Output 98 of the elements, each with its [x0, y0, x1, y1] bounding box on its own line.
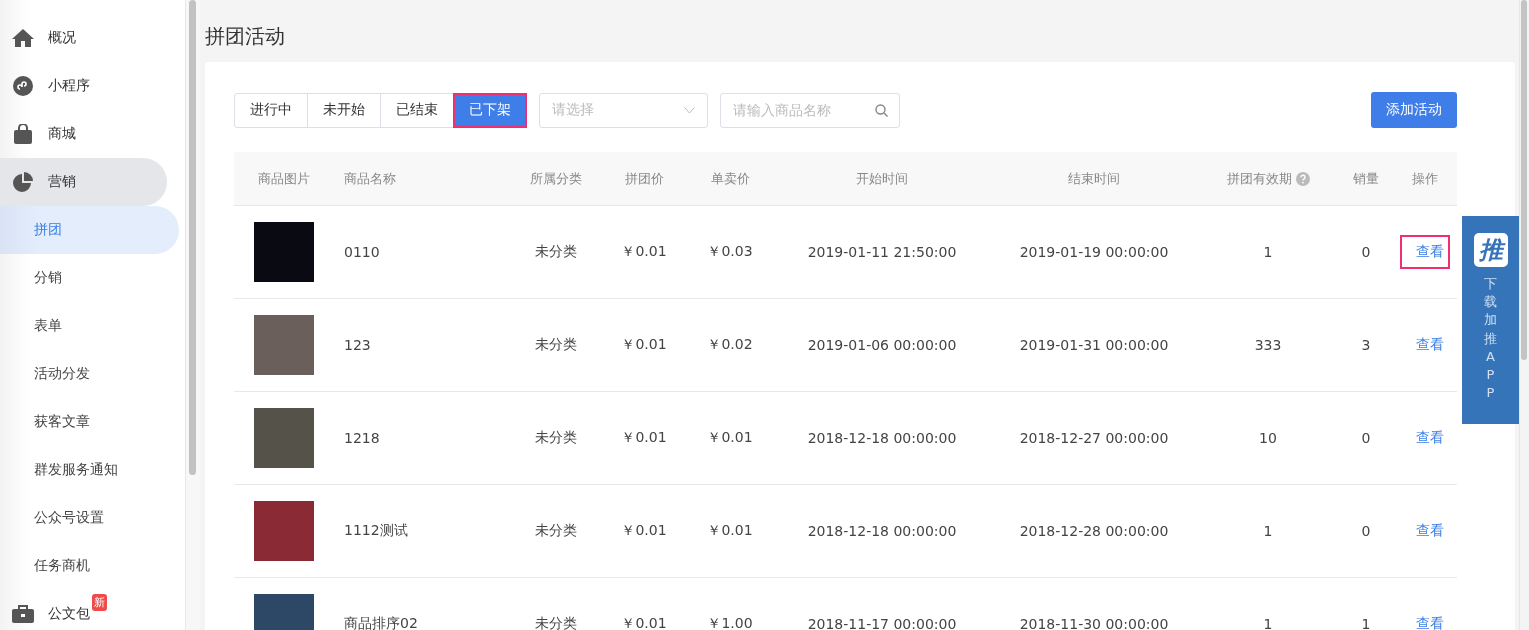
table-cell-text: ￥0.02 — [706, 336, 754, 354]
table-cell-text: ￥0.03 — [706, 243, 754, 261]
sidebar-item-label: 概况 — [48, 29, 76, 47]
sidebar-subitem[interactable]: 任务商机 — [0, 542, 179, 590]
table-cell-text: 2018-12-18 00:00:00 — [806, 430, 958, 446]
table-cell-text: 1 — [1262, 616, 1274, 630]
chevron-down-icon — [684, 106, 695, 114]
table-cell-text: 1 — [1262, 523, 1274, 539]
pie-chart-icon — [12, 172, 34, 192]
column-header: 拼团有效期 — [1226, 169, 1292, 188]
table-cell-text: 10 — [1258, 430, 1278, 446]
table-cell-text: ￥0.01 — [620, 615, 668, 630]
column-header: 拼团价 — [623, 169, 665, 188]
table-cell-text: 未分类 — [534, 243, 578, 261]
view-link[interactable]: 查看 — [1401, 516, 1448, 546]
table-cell-text: 1218 — [343, 430, 381, 446]
sidebar-subitem[interactable]: 活动分发 — [0, 350, 179, 398]
view-link[interactable]: 查看 — [1401, 423, 1448, 453]
table-cell-text: 1 — [1360, 616, 1372, 630]
sidebar-subitem[interactable]: 群发服务通知 — [0, 446, 179, 494]
sidebar-item-label: 营销 — [48, 173, 76, 191]
table-cell-text: 1112测试 — [343, 522, 409, 540]
column-header: 商品图片 — [257, 169, 311, 188]
column-header: 所属分类 — [529, 169, 583, 188]
table-cell-text: 0 — [1360, 430, 1372, 446]
sidebar-item-label: 商城 — [48, 125, 76, 143]
link-circle-icon — [12, 76, 34, 96]
table-cell-text: 2018-12-27 00:00:00 — [1018, 430, 1170, 446]
photo-placeholder — [254, 315, 314, 375]
sidebar-subitem[interactable]: 分销 — [0, 254, 179, 302]
table-cell-text: ￥0.01 — [620, 429, 668, 447]
sidebar-item[interactable]: 小程序 — [0, 62, 167, 110]
column-header: 商品名称 — [343, 169, 397, 188]
sidebar-item[interactable]: 概况 — [0, 14, 167, 62]
app-logo: 推 — [1473, 233, 1508, 267]
sidebar-subitem[interactable]: 获客文章 — [0, 398, 179, 446]
add-activity-button[interactable]: 添加活动 — [1371, 92, 1457, 128]
table-cell-text: 2019-01-06 00:00:00 — [806, 337, 958, 353]
sidebar-item[interactable]: 营销 — [0, 158, 167, 206]
table-cell-text: ￥0.01 — [706, 429, 754, 447]
table-cell-text: 123 — [343, 337, 372, 353]
scrollbar-thumb[interactable] — [189, 0, 197, 475]
table-cell-text: 未分类 — [534, 336, 578, 354]
table-cell-text: 3 — [1360, 337, 1372, 353]
table-cell-text: 未分类 — [534, 429, 578, 447]
column-header: 操作 — [1410, 169, 1439, 188]
sidebar-item-label: 小程序 — [48, 77, 90, 95]
search-field[interactable]: 请输入商品名称 — [720, 92, 900, 128]
filter-tab[interactable]: 进行中 — [234, 92, 308, 128]
sidebar-item[interactable]: 公文包 新 — [0, 590, 167, 630]
sidebar-subitem[interactable]: 拼团 — [0, 206, 179, 254]
table-cell-text: 未分类 — [534, 615, 578, 630]
briefcase-icon — [12, 605, 34, 623]
table-cell-text: 商品排序02 — [343, 615, 419, 630]
scrollbar-thumb[interactable] — [1521, 0, 1527, 360]
table-cell-text: ￥0.01 — [706, 522, 754, 540]
home-icon — [12, 28, 34, 48]
table-cell-text: 333 — [1253, 337, 1283, 353]
table-cell-text: 2018-11-30 00:00:00 — [1018, 616, 1170, 630]
table-cell-text: 2018-12-18 00:00:00 — [806, 523, 958, 539]
app-promo-panel[interactable]: 推 下载加推APP — [1462, 216, 1519, 424]
column-header: 单卖价 — [709, 169, 751, 188]
search-icon — [875, 103, 888, 117]
new-badge: 新 — [92, 594, 107, 611]
filter-tab[interactable]: 未开始 — [307, 92, 381, 128]
photo-placeholder — [254, 408, 314, 468]
table-cell-text: 0110 — [343, 244, 381, 260]
photo-placeholder — [254, 501, 314, 561]
table-cell-text: 2019-01-19 00:00:00 — [1018, 244, 1170, 260]
sidebar-item-label: 公文包 — [48, 605, 90, 623]
table-cell-text: 2019-01-31 00:00:00 — [1018, 337, 1170, 353]
table-cell-text: ￥1.00 — [706, 615, 754, 630]
filter-tab[interactable]: 已结束 — [380, 92, 454, 128]
table-cell-text: 1 — [1262, 244, 1274, 260]
filter-tab[interactable]: 已下架 — [453, 92, 527, 128]
table-cell-text: 2018-12-28 00:00:00 — [1018, 523, 1170, 539]
table-cell-text: ￥0.01 — [620, 243, 668, 261]
table-cell-text: 2019-01-11 21:50:00 — [806, 244, 958, 260]
column-header: 销量 — [1352, 169, 1380, 188]
table-cell-text: ￥0.01 — [620, 336, 668, 354]
table-cell-text: 0 — [1360, 244, 1372, 260]
column-header: 开始时间 — [855, 169, 909, 188]
promo-label: 下载加推APP — [1484, 275, 1497, 403]
sidebar-subitem[interactable]: 公众号设置 — [0, 494, 179, 542]
view-link[interactable]: 查看 — [1401, 237, 1448, 267]
sidebar-subitem[interactable]: 表单 — [0, 302, 179, 350]
sidebar-item[interactable]: 商城 — [0, 110, 167, 158]
table-cell-text: 0 — [1360, 523, 1372, 539]
table-cell-text: 未分类 — [534, 522, 578, 540]
table-cell-text: ￥0.01 — [620, 522, 668, 540]
column-header: 结束时间 — [1067, 169, 1121, 188]
help-icon[interactable] — [1295, 171, 1310, 186]
photo-placeholder — [254, 222, 314, 282]
page-title: 拼团活动 — [205, 23, 286, 50]
bag-icon — [12, 124, 34, 144]
view-link[interactable]: 查看 — [1401, 330, 1448, 360]
view-link[interactable]: 查看 — [1401, 609, 1448, 630]
table-cell-text: 2018-11-17 00:00:00 — [806, 616, 958, 630]
